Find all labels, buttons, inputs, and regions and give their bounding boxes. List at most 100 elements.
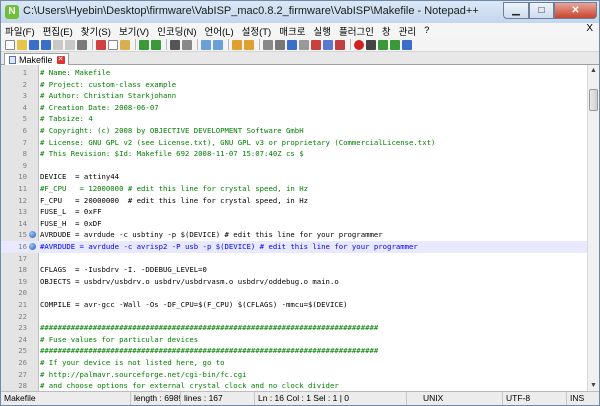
save-macro-icon[interactable] [402, 39, 412, 50]
code-text: OBJECTS = usbdrv/usbdrv.o usbdrv/usbdrva… [40, 276, 339, 286]
menu-close-doc-button[interactable]: X [586, 23, 593, 34]
menu-file[interactable]: 파일(F) [5, 24, 35, 38]
user-language-icon[interactable] [299, 39, 309, 50]
code-line[interactable]: 21 COMPILE = avr-gcc -Wall -Os -DF_CPU=$(… [1, 299, 587, 311]
line-number: 18 [18, 265, 27, 275]
code-line[interactable]: 20 [1, 287, 587, 299]
paste-icon[interactable] [120, 39, 130, 50]
editor[interactable]: 1 # Name: Makefile 2 # Project: custom-clas… [1, 65, 599, 391]
bookmark-icon[interactable] [29, 243, 36, 250]
copy-icon[interactable] [108, 39, 118, 50]
code-line[interactable]: 4 # Creation Date: 2008-06-07 [1, 102, 587, 114]
status-eol: UNIX [407, 392, 503, 405]
line-number: 14 [18, 218, 27, 228]
cut-icon[interactable] [96, 39, 106, 50]
minimize-button[interactable]: ▁ [503, 2, 529, 19]
code-text: # Project: custom-class example [40, 79, 177, 89]
record-macro-icon[interactable] [354, 39, 364, 50]
code-line[interactable]: 27 # http://palmavr.sourceforge.net/cgi-b… [1, 369, 587, 381]
replace-icon[interactable] [182, 39, 192, 50]
indent-guide-icon[interactable] [287, 39, 297, 50]
code-text: DEVICE = attiny44 [40, 172, 120, 182]
play-multiple-icon[interactable] [390, 39, 400, 50]
code-line[interactable]: 13 FUSE_L = 0xFF [1, 206, 587, 218]
code-line[interactable]: 19 OBJECTS = usbdrv/usbdrv.o usbdrv/usbdr… [1, 276, 587, 288]
menu-window[interactable]: 창 [382, 24, 391, 38]
menu-encoding[interactable]: 인코딩(N) [157, 24, 196, 38]
title-bar[interactable]: N C:\Users\Hyebin\Desktop\firmware\VabIS… [1, 1, 599, 23]
save-all-icon[interactable] [41, 39, 51, 50]
toolbar-separator [135, 39, 136, 50]
code-line[interactable]: 17 [1, 253, 587, 265]
menu-run[interactable]: 실행 [313, 24, 330, 38]
word-wrap-icon[interactable] [263, 39, 273, 50]
zoom-out-icon[interactable] [213, 39, 223, 50]
status-length: length : 6989 [131, 392, 181, 405]
undo-icon[interactable] [139, 39, 149, 50]
close-button[interactable]: ✕ [554, 2, 597, 19]
code-text: F_CPU = 20000000 # edit this line for cr… [40, 195, 308, 205]
menu-macro[interactable]: 매크로 [279, 24, 305, 38]
menu-search[interactable]: 찾기(S) [81, 24, 111, 38]
code-text: # License: GNU GPL v2 (see License.txt),… [40, 137, 436, 147]
code-line[interactable]: 8 # This Revision: $Id: Makefile 692 2008… [1, 148, 587, 160]
code-line[interactable]: 7 # License: GNU GPL v2 (see License.txt)… [1, 137, 587, 149]
menu-edit[interactable]: 편집(E) [43, 24, 73, 38]
save-icon[interactable] [29, 39, 39, 50]
maximize-button[interactable]: □ [529, 2, 554, 19]
notepadpp-icon: N [5, 5, 19, 19]
code-line[interactable]: 18 CFLAGS = -Iusbdrv -I. -DDEBUG_LEVEL=0 [1, 264, 587, 276]
close-all-icon[interactable] [65, 39, 75, 50]
code-line[interactable]: 9 [1, 160, 587, 172]
sync-vertical-icon[interactable] [232, 39, 242, 50]
code-line[interactable]: 5 # Tabsize: 4 [1, 113, 587, 125]
stop-macro-icon[interactable] [366, 39, 376, 50]
code-line[interactable]: 25 ######################################… [1, 345, 587, 357]
function-list-icon[interactable] [323, 39, 333, 50]
code-line[interactable]: 28 # and choose options for external crys… [1, 380, 587, 391]
menu-help[interactable]: ? [424, 25, 429, 36]
zoom-in-icon[interactable] [201, 39, 211, 50]
new-file-icon[interactable] [5, 39, 15, 50]
menu-view[interactable]: 보기(V) [119, 24, 149, 38]
menu-language[interactable]: 언어(L) [205, 24, 234, 38]
menu-settings[interactable]: 설정(T) [242, 24, 272, 38]
bookmark-icon[interactable] [29, 231, 36, 239]
doc-map-icon[interactable] [311, 39, 321, 50]
status-lines: lines : 167 [181, 392, 255, 405]
tab-makefile[interactable]: Makefile ✕ [4, 53, 69, 65]
code-line[interactable]: 22 [1, 311, 587, 323]
line-number: 19 [18, 276, 27, 286]
code-line[interactable]: 14 FUSE_H = 0xDF [1, 218, 587, 230]
menu-manage[interactable]: 관리 [399, 24, 416, 38]
vertical-scrollbar[interactable]: ▲ ▼ [587, 65, 599, 391]
show-all-chars-icon[interactable] [275, 39, 285, 50]
menu-plugins[interactable]: 플러그인 [339, 24, 374, 38]
scrollbar-thumb[interactable] [589, 89, 598, 111]
code-line[interactable]: 6 # Copyright: (c) 2008 by OBJECTIVE DEVE… [1, 125, 587, 137]
open-file-icon[interactable] [17, 39, 27, 50]
code-line[interactable]: 16 #AVRDUDE = avrdude -c avrisp2 -P usb -… [1, 241, 587, 253]
sync-horizontal-icon[interactable] [244, 39, 254, 50]
code-line[interactable]: 23 ######################################… [1, 322, 587, 334]
close-file-icon[interactable] [53, 39, 63, 50]
code-line[interactable]: 12 F_CPU = 20000000 # edit this line for … [1, 195, 587, 207]
scroll-down-icon[interactable]: ▼ [588, 380, 599, 391]
code-text: # and choose options for external crysta… [40, 381, 339, 391]
close-tab-icon[interactable]: ✕ [56, 55, 65, 64]
find-icon[interactable] [170, 39, 180, 50]
code-line[interactable]: 1 # Name: Makefile [1, 67, 587, 79]
scroll-up-icon[interactable]: ▲ [588, 65, 599, 76]
code-line[interactable]: 26 # If your device is not listed here, g… [1, 357, 587, 369]
code-line[interactable]: 3 # Author: Christian Starkjohann [1, 90, 587, 102]
folder-workspace-icon[interactable] [335, 39, 345, 50]
play-macro-icon[interactable] [378, 39, 388, 50]
code-line[interactable]: 15 AVRDUDE = avrdude -c usbtiny -p $(DEVI… [1, 229, 587, 241]
print-icon[interactable] [77, 39, 87, 50]
code-line[interactable]: 2 # Project: custom-class example [1, 79, 587, 91]
redo-icon[interactable] [151, 39, 161, 50]
code-line[interactable]: 24 # Fuse values for particular devices [1, 334, 587, 346]
code-line[interactable]: 11 #F_CPU = 12000000 # edit this line for… [1, 183, 587, 195]
line-number: 15 [18, 230, 27, 240]
code-line[interactable]: 10 DEVICE = attiny44 [1, 171, 587, 183]
